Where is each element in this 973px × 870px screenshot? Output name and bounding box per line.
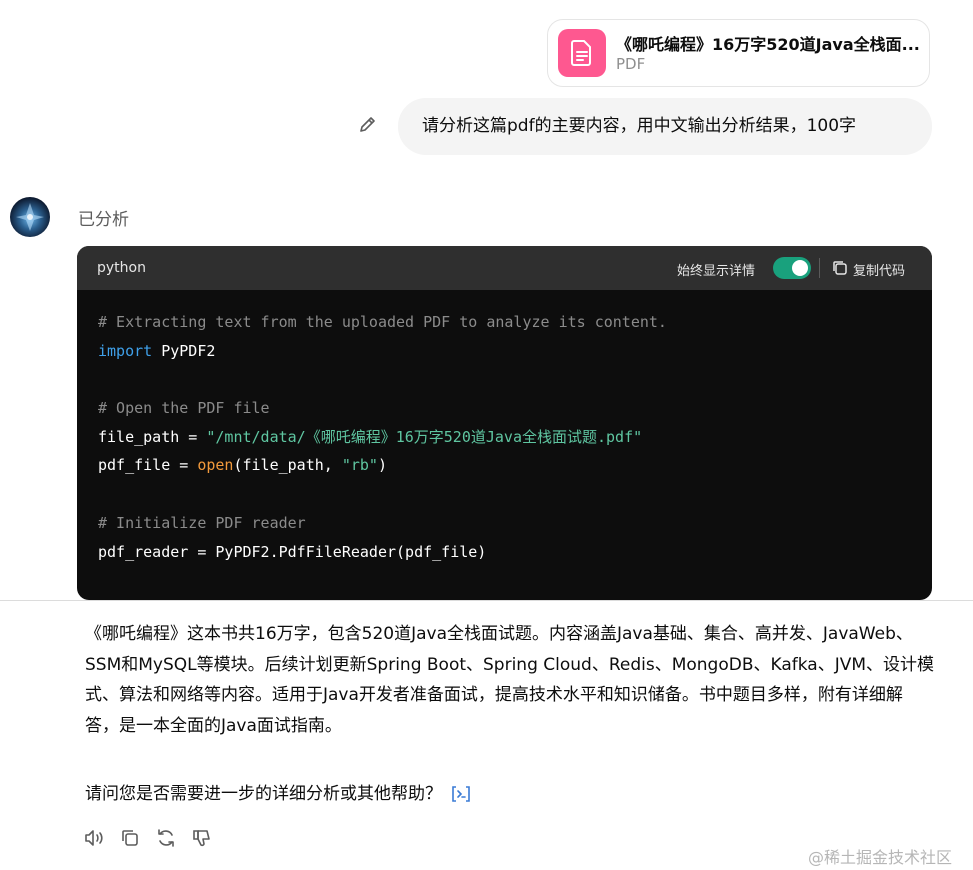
code-line: # Open the PDF file bbox=[98, 394, 667, 423]
attachment-file-name: 《哪吒编程》16万字520道Java全栈面... bbox=[616, 35, 920, 54]
followup-text: 请问您是否需要进一步的详细分析或其他帮助？ bbox=[85, 784, 442, 804]
read-aloud-icon[interactable] bbox=[83, 827, 105, 849]
code-line: file_path = "/mnt/data/《哪吒编程》16万字520道Jav… bbox=[98, 423, 667, 452]
code-line: # Extracting text from the uploaded PDF … bbox=[98, 308, 667, 337]
always-show-details-toggle[interactable] bbox=[773, 257, 811, 279]
code-line: pdf_reader = PyPDF2.PdfFileReader(pdf_fi… bbox=[98, 538, 667, 567]
code-token: ) bbox=[377, 456, 387, 475]
user-message-bubble: 请分析这篇pdf的主要内容，用中文输出分析结果，100字 bbox=[398, 98, 932, 155]
code-block: python 始终显示详情 复制代码 # Extracting text fro… bbox=[77, 246, 932, 600]
code-token: import bbox=[98, 341, 153, 360]
code-token: PyPDF2 bbox=[152, 341, 216, 360]
document-icon bbox=[558, 29, 606, 77]
thumbs-down-icon[interactable] bbox=[191, 827, 213, 849]
code-token: pdf_file = bbox=[98, 456, 198, 475]
attachment-card[interactable]: 《哪吒编程》16万字520道Java全栈面... PDF bbox=[547, 19, 930, 87]
code-token: "/mnt/data/《哪吒编程》16万字520道Java全栈面试题.pdf" bbox=[206, 427, 643, 446]
code-content: # Extracting text from the uploaded PDF … bbox=[98, 308, 667, 566]
attachment-file-type: PDF bbox=[616, 55, 646, 73]
code-line: import PyPDF2 bbox=[98, 337, 667, 366]
code-token: # Open the PDF file bbox=[98, 399, 270, 418]
pencil-icon[interactable] bbox=[358, 114, 378, 134]
code-token: pdf_reader = PyPDF2.PdfFileReader(pdf_fi… bbox=[98, 542, 487, 561]
code-line: # Initialize PDF reader bbox=[98, 509, 667, 538]
copy-icon[interactable] bbox=[119, 827, 141, 849]
watermark: @稀土掘金技术社区 bbox=[808, 848, 953, 867]
code-language: python bbox=[97, 260, 146, 276]
regenerate-icon[interactable] bbox=[155, 827, 177, 849]
answer-panel: 《哪吒编程》这本书共16万字，包含520道Java全栈面试题。内容涵盖Java基… bbox=[0, 600, 973, 870]
assistant-answer: 《哪吒编程》这本书共16万字，包含520道Java全栈面试题。内容涵盖Java基… bbox=[85, 624, 935, 736]
analysis-status[interactable]: 已分析 bbox=[78, 205, 129, 230]
code-token: (file_path, bbox=[233, 456, 342, 475]
always-show-details-label: 始终显示详情 bbox=[677, 264, 756, 279]
code-token: file_path = bbox=[98, 427, 207, 446]
code-token: "rb" bbox=[341, 456, 378, 475]
code-interpreter-icon[interactable] bbox=[450, 785, 472, 803]
code-token: open bbox=[197, 456, 234, 475]
code-token: # Extracting text from the uploaded PDF … bbox=[98, 313, 667, 331]
code-header: python 始终显示详情 复制代码 bbox=[77, 246, 932, 290]
code-line: pdf_file = open(file_path, "rb") bbox=[98, 451, 667, 480]
toggle-knob bbox=[792, 260, 808, 276]
header-divider bbox=[819, 258, 820, 278]
copy-code-icon[interactable] bbox=[831, 259, 849, 277]
code-token: # Initialize PDF reader bbox=[98, 513, 306, 532]
assistant-avatar bbox=[10, 197, 50, 237]
copy-code-button[interactable]: 复制代码 bbox=[853, 260, 905, 279]
followup-question: 请问您是否需要进一步的详细分析或其他帮助？ bbox=[85, 779, 472, 809]
